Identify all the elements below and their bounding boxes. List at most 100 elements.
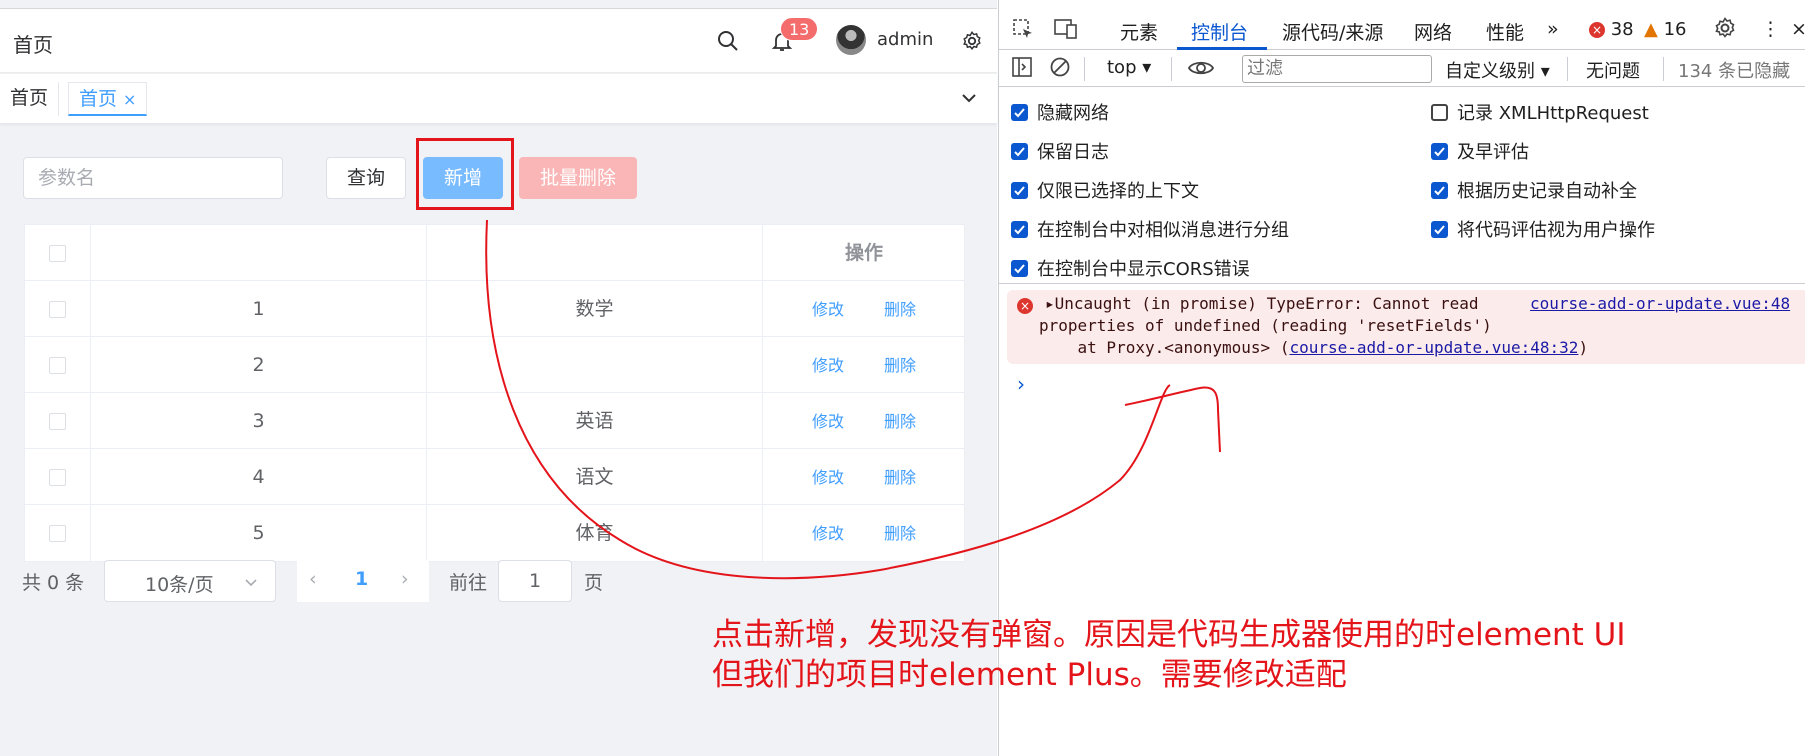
console-toolbar: top ▾ 过滤 自定义级别 ▾ 无问题 134 条已隐藏 [999, 51, 1805, 87]
annotation-text: 点击新增，发现没有弹窗。原因是代码生成器使用的时element UI 但我们的项… [712, 615, 1626, 695]
tab-home-active[interactable]: 首页 × [68, 82, 148, 116]
issues-button[interactable]: 无问题 [1586, 57, 1640, 83]
checkbox-checked-icon[interactable] [1011, 181, 1028, 199]
setting-label: 在控制台中对相似消息进行分组 [1037, 220, 1289, 241]
setting-selected-context[interactable]: 仅限已选择的上下文 [1011, 177, 1199, 203]
clear-console-icon[interactable] [1049, 56, 1071, 83]
batch-delete-button[interactable]: 批量删除 [519, 157, 637, 199]
toolbar-separator [1084, 57, 1085, 81]
tab-label: 首页 [79, 88, 118, 110]
goto-page-input[interactable]: 1 [498, 560, 572, 602]
delete-link[interactable]: 删除 [884, 524, 916, 543]
error-line-1[interactable]: ▸Uncaught (in promise) TypeError: Cannot… [1045, 294, 1478, 313]
tab-network[interactable]: 网络 [1414, 18, 1452, 45]
gear-icon[interactable] [958, 27, 986, 55]
header-cell [427, 225, 763, 281]
row-checkbox[interactable] [49, 357, 66, 374]
setting-log-xhr[interactable]: 记录 XMLHttpRequest [1431, 99, 1649, 125]
device-toolbar-icon[interactable] [1053, 17, 1079, 46]
row-select-cell [25, 337, 91, 393]
setting-preserve-log[interactable]: 保留日志 [1011, 138, 1109, 164]
close-devtools-icon[interactable]: × [1791, 18, 1805, 40]
checkbox-checked-icon[interactable] [1431, 142, 1448, 160]
table-header-row: 操作 [25, 225, 964, 281]
tab-home[interactable]: 首页 [0, 82, 60, 116]
edit-link[interactable]: 修改 [812, 524, 844, 543]
page-size-select[interactable]: 10条/页 [104, 560, 276, 602]
avatar[interactable] [836, 25, 866, 55]
active-tab-indicator [1177, 47, 1267, 50]
setting-hide-network[interactable]: 隐藏网络 [1011, 99, 1109, 125]
delete-link[interactable]: 删除 [884, 356, 916, 375]
table-row: 2 修改 删除 [25, 337, 964, 393]
toolbar-separator [1663, 57, 1664, 81]
edit-link[interactable]: 修改 [812, 412, 844, 431]
close-icon[interactable]: × [123, 90, 136, 109]
setting-user-activation[interactable]: 将代码评估视为用户操作 [1431, 216, 1655, 242]
stack-prefix: at Proxy.<anonymous> ( [1039, 338, 1290, 357]
id-cell: 1 [91, 281, 427, 337]
row-checkbox[interactable] [49, 469, 66, 486]
data-table: 操作 1 数学 修改 删除 2 修改 删除 3 英语 修改 删除 4 语文 修改… [24, 224, 965, 562]
current-page[interactable]: 1 [355, 568, 368, 590]
setting-group-similar[interactable]: 在控制台中对相似消息进行分组 [1011, 216, 1289, 242]
search-input[interactable]: 参数名 [23, 157, 283, 199]
table-row: 4 语文 修改 删除 [25, 449, 964, 505]
prev-page-icon[interactable]: ‹ [309, 568, 317, 590]
checkbox-checked-icon[interactable] [1011, 142, 1028, 160]
setting-eager-eval[interactable]: 及早评估 [1431, 138, 1529, 164]
select-all-checkbox[interactable] [49, 245, 66, 262]
chevron-down-icon[interactable] [959, 88, 979, 112]
checkbox-checked-icon[interactable] [1011, 220, 1028, 238]
error-counter[interactable]: × 38 [1589, 19, 1634, 40]
checkbox-checked-icon[interactable] [1011, 103, 1028, 121]
search-icon[interactable] [714, 27, 742, 55]
checkbox-checked-icon[interactable] [1011, 259, 1028, 277]
next-page-icon[interactable]: › [401, 568, 409, 590]
row-checkbox[interactable] [49, 525, 66, 542]
tab-sources[interactable]: 源代码/来源 [1282, 18, 1383, 45]
id-cell: 5 [91, 505, 427, 561]
tab-console[interactable]: 控制台 [1191, 18, 1248, 45]
edit-link[interactable]: 修改 [812, 468, 844, 487]
delete-link[interactable]: 删除 [884, 300, 916, 319]
navbar: 首页 13 admin [0, 9, 997, 73]
more-options-icon[interactable]: ⋮ [1761, 18, 1780, 40]
row-select-cell [25, 449, 91, 505]
tab-performance[interactable]: 性能 [1486, 18, 1524, 45]
inspect-icon[interactable] [1011, 17, 1035, 46]
warning-counter[interactable]: ▲ 16 [1644, 19, 1686, 40]
checkbox-unchecked-icon[interactable] [1431, 103, 1448, 121]
row-checkbox[interactable] [49, 301, 66, 318]
edit-link[interactable]: 修改 [812, 300, 844, 319]
error-source-link[interactable]: course-add-or-update.vue:48 [1530, 294, 1790, 313]
chevron-down-icon [243, 573, 259, 595]
checkbox-checked-icon[interactable] [1431, 181, 1448, 199]
name-cell: 英语 [427, 393, 763, 449]
hidden-messages-count: 134 条已隐藏 [1678, 61, 1791, 82]
console-prompt[interactable]: › [1017, 372, 1025, 396]
row-checkbox[interactable] [49, 413, 66, 430]
name-cell: 体育 [427, 505, 763, 561]
edit-link[interactable]: 修改 [812, 356, 844, 375]
filter-input[interactable]: 过滤 [1242, 55, 1432, 83]
setting-cors-errors[interactable]: 在控制台中显示CORS错误 [1011, 255, 1250, 281]
query-button[interactable]: 查询 [326, 157, 406, 199]
eye-icon[interactable] [1187, 57, 1215, 84]
checkbox-checked-icon[interactable] [1431, 220, 1448, 238]
more-tabs-icon[interactable]: » [1547, 18, 1559, 40]
tab-elements[interactable]: 元素 [1120, 18, 1158, 45]
expand-triangle-icon[interactable]: ▸ [1045, 294, 1055, 313]
username[interactable]: admin [877, 29, 933, 50]
toolbar-separator [1171, 57, 1172, 81]
delete-link[interactable]: 删除 [884, 412, 916, 431]
setting-autocomplete[interactable]: 根据历史记录自动补全 [1431, 177, 1637, 203]
settings-gear-icon[interactable] [1713, 16, 1737, 45]
sidebar-toggle-icon[interactable] [1011, 56, 1033, 83]
table-row: 1 数学 修改 删除 [25, 281, 964, 337]
stack-link[interactable]: course-add-or-update.vue:48:32 [1289, 338, 1578, 357]
context-select[interactable]: top ▾ [1107, 57, 1151, 78]
log-level-select[interactable]: 自定义级别 ▾ [1445, 57, 1550, 83]
console-error-message: × ▸Uncaught (in promise) TypeError: Cann… [1007, 290, 1805, 364]
delete-link[interactable]: 删除 [884, 468, 916, 487]
